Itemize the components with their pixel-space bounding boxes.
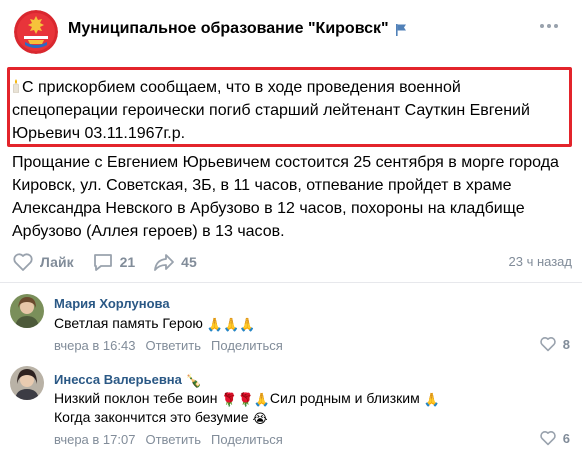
reply-button[interactable]: Ответить <box>145 338 201 353</box>
post-body-text: Прощание с Евгением Юрьевичем состоится … <box>12 154 559 240</box>
reply-button[interactable]: Ответить <box>145 432 201 447</box>
comment-author[interactable]: Мария Хорлунова <box>54 296 170 311</box>
comment-author[interactable]: Инесса Валерьевна 🍾 <box>54 372 202 387</box>
share-comment-button[interactable]: Поделиться <box>211 338 283 353</box>
comment-text-line1: Низкий поклон тебе воин <box>54 390 218 406</box>
post-actions: Лайк 21 45 <box>12 250 572 274</box>
comment-text: Низкий поклон тебе воин 🌹🌹🙏Сил родным и … <box>54 389 440 427</box>
rose-emoji-icon: 🌹🌹🙏 <box>221 392 270 407</box>
avatar[interactable] <box>10 366 44 400</box>
post-time[interactable]: 23 ч назад <box>509 254 573 269</box>
comment-author-name: Инесса Валерьевна <box>54 372 182 387</box>
comment-text-line2: Когда закончится это безумие <box>54 409 249 425</box>
crying-emoji-icon: 😭 <box>252 411 268 426</box>
candle-icon <box>12 77 20 94</box>
post-header: Муниципальное образование "Кировск" <box>0 0 582 62</box>
comment-like-button[interactable]: 8 <box>539 336 570 352</box>
comment-text-body: Светлая память Герою <box>54 315 203 331</box>
comment-meta: вчера в 17:07 Ответить Поделиться <box>54 432 283 447</box>
comments-count: 21 <box>119 254 136 270</box>
community-name[interactable]: Муниципальное образование "Кировск" <box>68 20 389 38</box>
share-comment-button[interactable]: Поделиться <box>211 432 283 447</box>
comment-like-button[interactable]: 6 <box>539 430 570 446</box>
comment-like-count: 6 <box>562 430 570 446</box>
comment-time[interactable]: вчера в 17:07 <box>54 432 135 447</box>
like-button[interactable]: Лайк <box>12 252 74 272</box>
community-avatar[interactable] <box>14 10 58 54</box>
shares-count: 45 <box>181 254 197 270</box>
comment-meta: вчера в 16:43 Ответить Поделиться <box>54 338 283 353</box>
post-highlighted-paragraph: С прискорбием сообщаем, что в ходе прове… <box>12 76 568 145</box>
share-button[interactable]: 45 <box>153 252 197 272</box>
more-options-icon[interactable] <box>540 24 558 28</box>
comment-button[interactable]: 21 <box>92 252 136 272</box>
avatar[interactable] <box>10 294 44 328</box>
flag-icon <box>395 23 407 36</box>
comment-time[interactable]: вчера в 16:43 <box>54 338 135 353</box>
comment-like-count: 8 <box>562 336 570 352</box>
like-label: Лайк <box>40 254 74 270</box>
divider <box>0 282 582 283</box>
pray-emoji-icon: 🙏 <box>423 392 440 407</box>
post-highlighted-text: С прискорбием сообщаем, что в ходе прове… <box>12 79 530 142</box>
comment-text: Светлая память Герою 🙏🙏🙏 <box>54 314 255 333</box>
bottle-emoji-icon: 🍾 <box>185 373 202 388</box>
comment-text-line1-tail: Сил родным и близким <box>269 390 420 406</box>
pray-emoji-icon: 🙏🙏🙏 <box>206 317 256 332</box>
